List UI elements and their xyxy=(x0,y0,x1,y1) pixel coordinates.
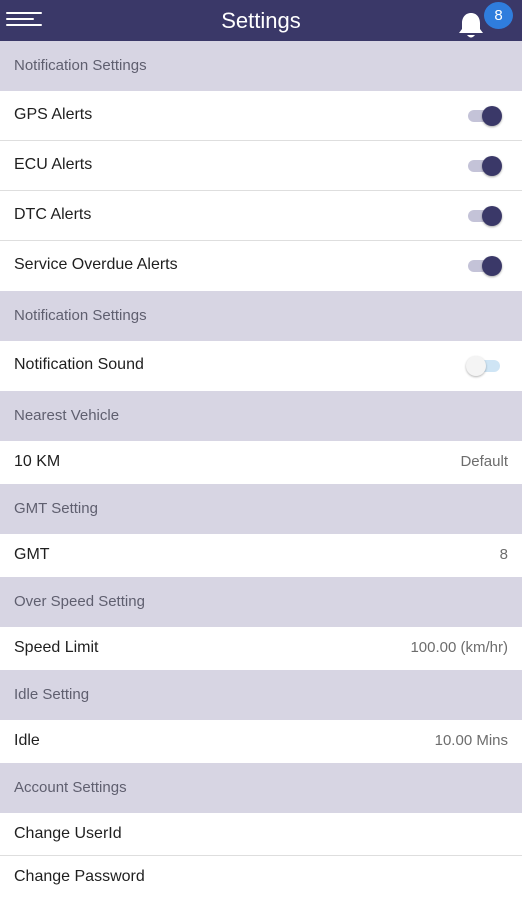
bell-icon[interactable] xyxy=(455,10,487,40)
service-overdue-alerts-label: Service Overdue Alerts xyxy=(14,256,178,273)
service-overdue-alerts-row: Service Overdue Alerts xyxy=(0,241,522,291)
sound-settings-header: Notification Settings xyxy=(0,291,522,341)
gmt-value: 8 xyxy=(499,546,508,563)
dtc-alerts-toggle[interactable] xyxy=(466,206,502,226)
ecu-alerts-toggle[interactable] xyxy=(466,156,502,176)
app-bar: Settings 8 xyxy=(0,0,522,41)
ecu-alerts-label: ECU Alerts xyxy=(14,156,93,173)
notification-count-badge: 8 xyxy=(484,2,513,29)
speed-limit-value: 100.00 (km/hr) xyxy=(410,639,508,656)
gmt-setting-header: GMT Setting xyxy=(0,484,522,534)
account-settings-header: Account Settings xyxy=(0,763,522,813)
gmt-label: GMT xyxy=(14,546,50,563)
gps-alerts-row: GPS Alerts xyxy=(0,91,522,141)
notification-sound-toggle[interactable] xyxy=(466,356,502,376)
idle-row[interactable]: Idle 10.00 Mins xyxy=(0,720,522,763)
change-userid-label: Change UserId xyxy=(14,825,122,842)
nearest-vehicle-value: Default xyxy=(460,453,508,470)
idle-label: Idle xyxy=(14,732,40,749)
notification-sound-label: Notification Sound xyxy=(14,356,144,373)
idle-setting-header: Idle Setting xyxy=(0,670,522,720)
service-overdue-alerts-toggle[interactable] xyxy=(466,256,502,276)
speed-limit-label: Speed Limit xyxy=(14,639,99,656)
page-title: Settings xyxy=(221,8,301,33)
notification-settings-header: Notification Settings xyxy=(0,41,522,91)
idle-value: 10.00 Mins xyxy=(434,732,508,749)
speed-limit-row[interactable]: Speed Limit 100.00 (km/hr) xyxy=(0,627,522,670)
change-password-label: Change Password xyxy=(14,868,145,885)
gmt-row[interactable]: GMT 8 xyxy=(0,534,522,577)
gps-alerts-label: GPS Alerts xyxy=(14,106,93,123)
nearest-vehicle-row[interactable]: 10 KM Default xyxy=(0,441,522,484)
dtc-alerts-row: DTC Alerts xyxy=(0,191,522,241)
change-userid-row[interactable]: Change UserId xyxy=(0,813,522,856)
dtc-alerts-label: DTC Alerts xyxy=(14,206,92,223)
notification-sound-row: Notification Sound xyxy=(0,341,522,391)
over-speed-setting-header: Over Speed Setting xyxy=(0,577,522,627)
nearest-vehicle-label: 10 KM xyxy=(14,453,61,470)
nearest-vehicle-header: Nearest Vehicle xyxy=(0,391,522,441)
change-password-row[interactable]: Change Password xyxy=(0,856,522,899)
gps-alerts-toggle[interactable] xyxy=(466,106,502,126)
ecu-alerts-row: ECU Alerts xyxy=(0,141,522,191)
